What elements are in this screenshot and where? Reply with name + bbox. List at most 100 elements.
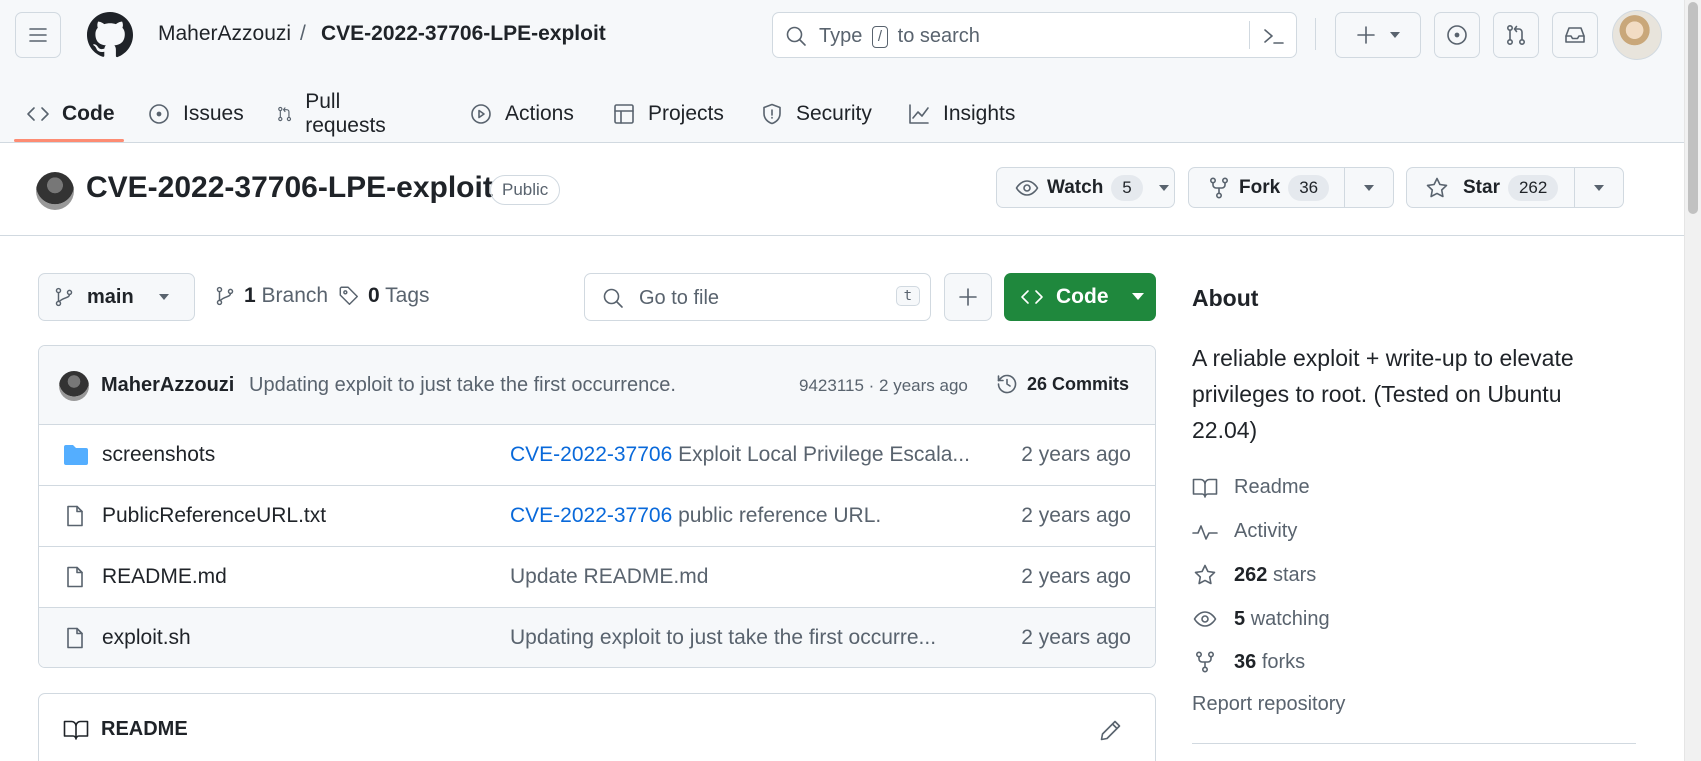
menu-button[interactable] bbox=[15, 12, 61, 58]
commits-link[interactable]: 26 Commits bbox=[995, 372, 1129, 396]
breadcrumb-owner[interactable]: MaherAzzouzi bbox=[158, 22, 291, 46]
global-header: MaherAzzouzi / CVE-2022-37706-LPE-exploi… bbox=[0, 0, 1684, 143]
fork-count: 36 bbox=[1288, 174, 1330, 201]
pull-requests-button[interactable] bbox=[1493, 12, 1539, 58]
commit-message[interactable]: Updating exploit to just take the first … bbox=[249, 374, 676, 397]
file-name[interactable]: PublicReferenceURL.txt bbox=[102, 504, 326, 528]
book-icon bbox=[63, 720, 89, 740]
search-divider bbox=[1249, 21, 1250, 49]
readme-header[interactable]: README bbox=[63, 718, 188, 741]
star-button[interactable]: Star 262 bbox=[1407, 168, 1576, 207]
fork-dropdown[interactable] bbox=[1345, 168, 1393, 207]
triangle-down-icon bbox=[1594, 184, 1605, 191]
file-commit-message[interactable]: Updating exploit to just take the first … bbox=[510, 626, 936, 650]
repo-title[interactable]: CVE-2022-37706-LPE-exploit bbox=[86, 171, 493, 205]
watch-button[interactable]: Watch 5 bbox=[996, 167, 1175, 208]
file-row[interactable]: PublicReferenceURL.txt CVE-2022-37706 pu… bbox=[39, 486, 1155, 547]
file-icon bbox=[67, 505, 83, 527]
add-file-button[interactable] bbox=[944, 273, 992, 321]
file-row[interactable]: screenshots CVE-2022-37706 Exploit Local… bbox=[39, 425, 1155, 486]
go-to-file-input[interactable]: Go to file t bbox=[584, 273, 931, 321]
triangle-down-icon bbox=[1159, 184, 1170, 191]
about-readme-link[interactable]: Readme bbox=[1192, 476, 1310, 499]
about-heading: About bbox=[1192, 285, 1259, 311]
file-age: 2 years ago bbox=[1021, 565, 1131, 588]
search-icon bbox=[786, 26, 806, 46]
issues-button[interactable] bbox=[1434, 12, 1480, 58]
watch-dropdown[interactable] bbox=[1155, 168, 1174, 207]
pulse-icon bbox=[1192, 524, 1218, 540]
github-logo-icon[interactable] bbox=[86, 11, 134, 59]
star-count: 262 bbox=[1507, 174, 1559, 201]
git-pull-request-icon bbox=[278, 106, 292, 122]
star-icon bbox=[1426, 177, 1448, 197]
plus-icon bbox=[959, 288, 977, 306]
tab-insights[interactable]: Insights bbox=[907, 86, 1015, 142]
owner-avatar[interactable] bbox=[36, 172, 74, 210]
branches-link[interactable]: 1 Branch bbox=[214, 284, 328, 308]
create-new-button[interactable] bbox=[1335, 12, 1421, 58]
code-icon bbox=[27, 107, 49, 121]
fork-button[interactable]: Fork 36 bbox=[1189, 168, 1346, 207]
file-name[interactable]: exploit.sh bbox=[102, 626, 191, 650]
history-icon bbox=[997, 374, 1017, 394]
about-description: A reliable exploit + write-up to elevate… bbox=[1192, 345, 1574, 443]
file-row[interactable]: exploit.sh Updating exploit to just take… bbox=[39, 608, 1155, 667]
about-stars-link[interactable]: 262 stars bbox=[1192, 563, 1316, 587]
tab-pull-requests[interactable]: Pull requests bbox=[276, 86, 393, 142]
commit-author-avatar[interactable] bbox=[59, 371, 89, 401]
repo-forked-icon bbox=[1209, 176, 1229, 198]
tab-actions[interactable]: Actions bbox=[469, 86, 574, 142]
folder-icon bbox=[64, 445, 88, 465]
about-forks-link[interactable]: 36 forks bbox=[1192, 650, 1305, 674]
global-search-input[interactable]: Type / to search bbox=[772, 12, 1297, 58]
page-scrollbar[interactable] bbox=[1684, 0, 1701, 761]
eye-icon bbox=[1193, 611, 1217, 627]
pencil-icon[interactable] bbox=[1099, 718, 1123, 742]
plus-icon bbox=[1357, 26, 1375, 44]
triangle-down-icon bbox=[1132, 293, 1144, 300]
git-branch-icon bbox=[216, 286, 234, 306]
header-divider bbox=[1315, 18, 1316, 50]
shield-icon bbox=[763, 103, 781, 125]
code-clone-button[interactable]: Code bbox=[1004, 273, 1156, 321]
fork-button-group: Fork 36 bbox=[1188, 167, 1394, 208]
tab-projects[interactable]: Projects bbox=[612, 86, 724, 142]
watch-main[interactable]: Watch 5 bbox=[997, 168, 1155, 207]
triangle-down-icon bbox=[158, 294, 169, 300]
commit-sha-age[interactable]: 9423115 · 2 years ago bbox=[799, 376, 968, 396]
about-divider bbox=[1192, 743, 1636, 744]
go-to-file-shortcut: t bbox=[895, 286, 920, 306]
commit-author[interactable]: MaherAzzouzi bbox=[101, 374, 234, 397]
table-icon bbox=[614, 104, 634, 124]
inbox-button[interactable] bbox=[1552, 12, 1598, 58]
tab-issues[interactable]: Issues bbox=[147, 86, 244, 142]
triangle-down-icon bbox=[1390, 32, 1400, 38]
about-activity-link[interactable]: Activity bbox=[1192, 520, 1297, 543]
report-repository-link[interactable]: Report repository bbox=[1192, 693, 1345, 716]
star-dropdown[interactable] bbox=[1575, 168, 1623, 207]
file-row[interactable]: README.md Update README.md 2 years ago bbox=[39, 547, 1155, 608]
file-name[interactable]: screenshots bbox=[102, 443, 215, 467]
scrollbar-thumb[interactable] bbox=[1688, 2, 1698, 214]
breadcrumb-repo[interactable]: CVE-2022-37706-LPE-exploit bbox=[321, 22, 606, 46]
triangle-down-icon bbox=[1364, 184, 1375, 191]
active-tab-indicator bbox=[14, 139, 124, 142]
breadcrumb-separator: / bbox=[300, 22, 306, 45]
tags-link[interactable]: 0 Tags bbox=[338, 284, 430, 308]
about-watching-link[interactable]: 5 watching bbox=[1192, 607, 1330, 631]
command-palette-icon[interactable] bbox=[1261, 24, 1287, 48]
search-shortcut-key: / bbox=[871, 26, 889, 48]
file-commit-message[interactable]: Update README.md bbox=[510, 565, 708, 589]
repo-title-row: CVE-2022-37706-LPE-exploit Public Watch … bbox=[0, 143, 1684, 236]
branch-select-button[interactable]: main bbox=[38, 273, 195, 321]
file-icon bbox=[67, 566, 83, 588]
eye-icon bbox=[1015, 179, 1039, 196]
watch-count: 5 bbox=[1111, 174, 1143, 201]
file-commit-message[interactable]: CVE-2022-37706 public reference URL. bbox=[510, 504, 881, 528]
tab-security[interactable]: Security bbox=[760, 86, 872, 142]
user-avatar[interactable] bbox=[1612, 10, 1662, 60]
tab-code[interactable]: Code bbox=[26, 86, 115, 142]
file-name[interactable]: README.md bbox=[102, 565, 227, 589]
file-commit-message[interactable]: CVE-2022-37706 Exploit Local Privilege E… bbox=[510, 443, 970, 467]
